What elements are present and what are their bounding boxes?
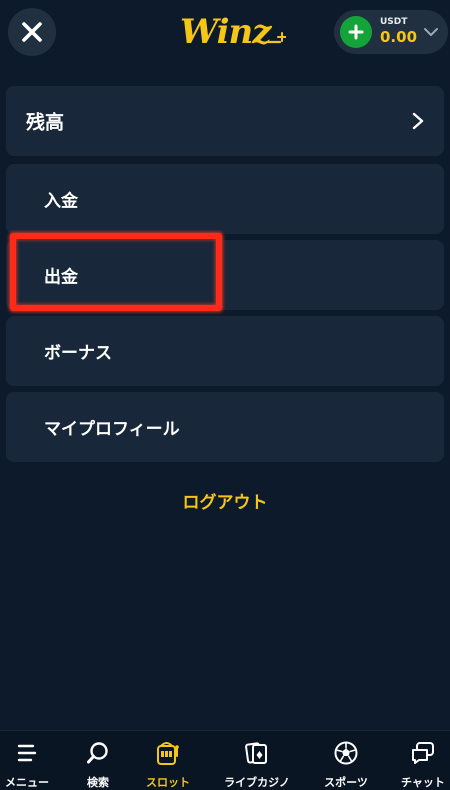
logo-text: Winz (180, 12, 272, 52)
nav-item-sports[interactable]: スポーツ (318, 731, 374, 790)
search-icon (87, 742, 108, 764)
nav-label: 検索 (87, 776, 109, 789)
nav-label: スポーツ (324, 776, 368, 789)
slot-machine-icon (157, 742, 179, 765)
deposit-add-button[interactable] (340, 16, 372, 48)
nav-item-menu[interactable]: メニュー (0, 731, 54, 790)
nav-label: ライブカジノ (224, 776, 290, 789)
chat-icon (412, 742, 434, 764)
menu-item-label: ボーナス (44, 343, 112, 364)
menu-item-bonus[interactable]: ボーナス (6, 316, 444, 386)
chevron-right-icon (412, 112, 424, 130)
nav-item-search[interactable]: 検索 (72, 731, 124, 790)
nav-item-chat[interactable]: チャット (396, 731, 450, 790)
menu-icon (17, 744, 37, 762)
menu-item-label: 残高 (26, 111, 65, 134)
nav-item-live-casino[interactable]: ライブカジノ (214, 731, 300, 790)
wallet-balance: 0.00 (380, 28, 418, 46)
wallet-currency: USDT (380, 17, 408, 27)
close-icon (22, 22, 42, 42)
nav-label: チャット (401, 776, 445, 789)
logout-button[interactable]: ログアウト (0, 488, 450, 513)
nav-item-slots[interactable]: スロット (140, 731, 196, 790)
plus-icon (348, 24, 364, 40)
menu-item-balance[interactable]: 残高 (6, 86, 444, 156)
chevron-down-icon (424, 28, 438, 36)
menu-item-label: 入金 (44, 191, 78, 212)
cards-icon (245, 742, 267, 764)
sparkle-icon (266, 32, 286, 44)
highlight-annotation-box (10, 233, 222, 311)
menu-item-label: マイプロフィール (44, 419, 180, 440)
nav-label: スロット (146, 776, 190, 789)
winz-logo[interactable]: Winz (180, 10, 290, 54)
soccer-ball-icon (334, 741, 358, 765)
menu-item-my-profile[interactable]: マイプロフィール (6, 392, 444, 462)
wallet-selector[interactable]: USDT 0.00 (334, 10, 448, 54)
nav-label: メニュー (5, 776, 49, 789)
bottom-nav: メニュー 検索 スロット ライブカジノ スポーツ チャット (0, 730, 450, 790)
close-button[interactable] (8, 8, 56, 56)
menu-item-deposit[interactable]: 入金 (6, 164, 444, 234)
top-header: Winz USDT 0.00 (0, 0, 450, 66)
